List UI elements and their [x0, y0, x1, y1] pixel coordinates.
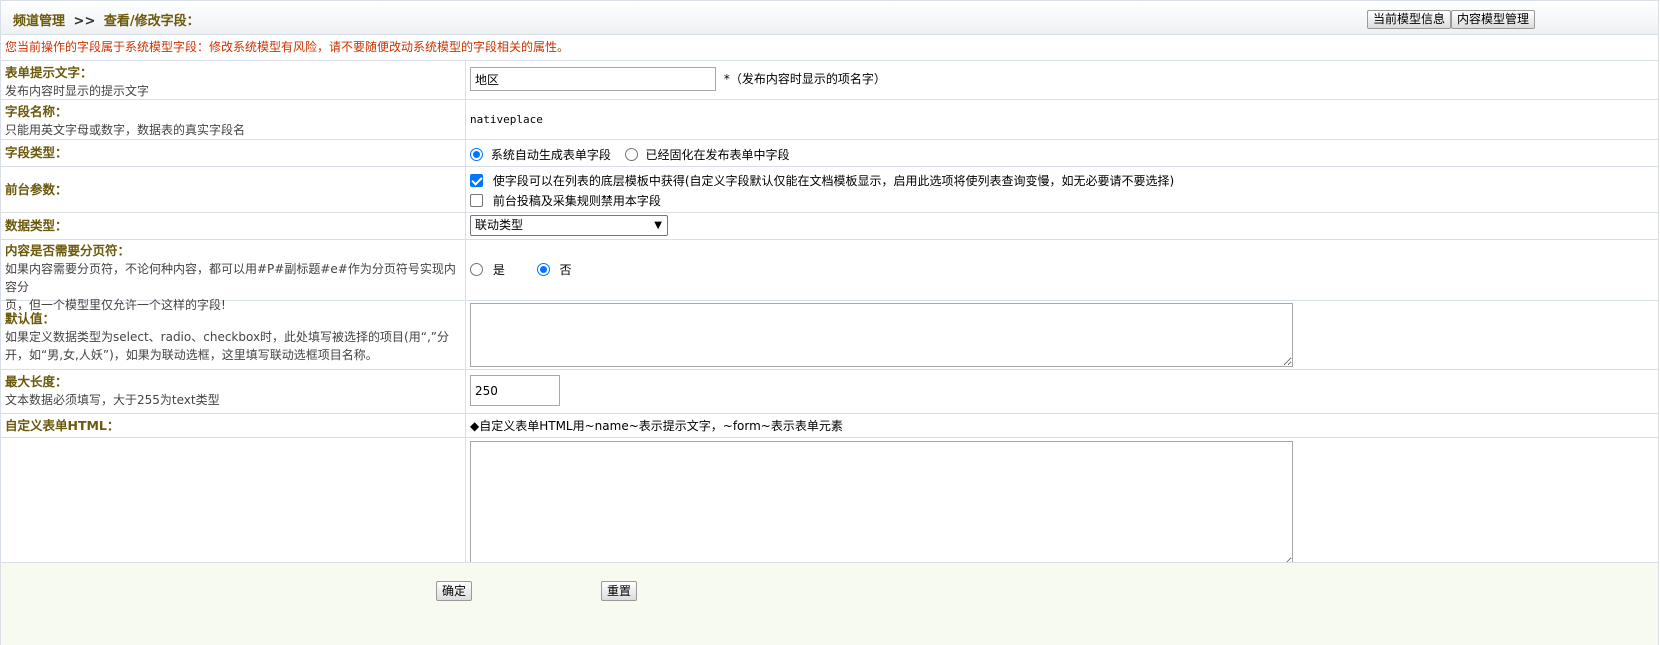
row-customhtml: 自定义表单HTML： ◆自定义表单HTML用~name~表示提示文字，~form…: [1, 414, 1658, 438]
row-name: 字段名称： 只能用英文字母或数字，数据表的真实字段名 nativeplace: [1, 100, 1658, 140]
type-radio-fixed-label: 已经固化在发布表单中字段: [645, 148, 790, 162]
customhtml-hint: ◆自定义表单HTML用~name~表示提示文字，~form~表示表单元素: [470, 419, 843, 433]
field-title: 内容是否需要分页符：: [5, 243, 131, 258]
model-manage-button[interactable]: 内容模型管理: [1451, 10, 1536, 29]
row-pagebreak: 内容是否需要分页符： 如果内容需要分页符，不论何种内容，都可以用#P#副标题#e…: [1, 240, 1658, 312]
list-template-checkbox-label: 使字段可以在列表的底层模板中获得(自定义字段默认仅能在文档模板显示，启用此选项将…: [492, 174, 1175, 188]
row-label-cell: 内容是否需要分页符： 如果内容需要分页符，不论何种内容，都可以用#P#副标题#e…: [1, 240, 466, 312]
field-desc: 文本数据必须填写，大于255为text类型: [5, 393, 220, 407]
list-template-checkbox[interactable]: [470, 174, 483, 187]
pagebreak-radio-no-label: 否: [559, 263, 572, 277]
field-title: 数据类型：: [5, 218, 68, 233]
row-label-cell: 字段名称： 只能用英文字母或数字，数据表的真实字段名: [1, 100, 466, 139]
field-title: 默认值：: [5, 311, 56, 326]
disable-front-checkbox[interactable]: [470, 194, 483, 207]
breadcrumb-root[interactable]: 频道管理: [13, 14, 65, 29]
field-title: 最大长度：: [5, 374, 68, 389]
row-type: 字段类型： 系统自动生成表单字段 已经固化在发布表单中字段: [1, 140, 1658, 167]
row-default: 默认值： 如果定义数据类型为select、radio、checkbox时，此处填…: [1, 301, 1658, 370]
reset-button[interactable]: 重置: [601, 581, 638, 601]
field-desc: 只能用英文字母或数字，数据表的真实字段名: [5, 123, 246, 137]
warning-message: 您当前操作的字段属于系统模型字段：修改系统模型有风险，请不要随便改动系统模型的字…: [1, 35, 1658, 61]
maxlen-input[interactable]: [470, 375, 560, 406]
row-value-cell: 联动类型 ▼: [466, 213, 1658, 239]
field-desc: 如果内容需要分页符，不论何种内容，都可以用#P#副标题#e#作为分页符号实现内容…: [5, 262, 456, 294]
field-edit-form: 频道管理 >> 查看/修改字段： 当前模型信息 内容模型管理 您当前操作的字段属…: [0, 0, 1659, 645]
row-label-cell: 自定义表单HTML：: [1, 414, 466, 437]
field-title: 字段类型：: [5, 145, 68, 160]
datatype-selected: 联动类型: [475, 218, 524, 232]
field-name-value: nativeplace: [470, 113, 543, 126]
form-footer: 确定 重置: [1, 562, 1658, 645]
row-label: 表单提示文字： 发布内容时显示的提示文字 *（发布内容时显示的项名字）: [1, 61, 1658, 100]
chevron-down-icon: ▼: [654, 220, 662, 231]
row-value-cell: *（发布内容时显示的项名字）: [466, 61, 1658, 99]
type-radio-auto-label: 系统自动生成表单字段: [490, 148, 611, 162]
default-value-textarea[interactable]: [470, 303, 1293, 367]
row-value-cell: 是 否: [466, 240, 1658, 300]
row-value-cell: [466, 370, 1658, 413]
field-title: 自定义表单HTML：: [5, 418, 120, 433]
page-header: 频道管理 >> 查看/修改字段： 当前模型信息 内容模型管理: [1, 0, 1658, 35]
row-datatype: 数据类型： 联动类型 ▼: [1, 213, 1658, 240]
pagebreak-radio-no[interactable]: [536, 263, 550, 276]
customhtml-textarea[interactable]: [470, 441, 1293, 567]
row-value-cell: nativeplace: [466, 100, 1658, 139]
datatype-select[interactable]: 联动类型 ▼: [470, 215, 668, 236]
row-label-cell: 表单提示文字： 发布内容时显示的提示文字: [1, 61, 466, 99]
row-maxlen: 最大长度： 文本数据必须填写，大于255为text类型: [1, 370, 1658, 414]
model-info-button[interactable]: 当前模型信息: [1367, 10, 1452, 29]
row-value-cell: 系统自动生成表单字段 已经固化在发布表单中字段: [466, 140, 1658, 166]
row-customhtml-editor: [1, 438, 1658, 568]
field-title: 表单提示文字：: [5, 65, 93, 80]
row-label-cell: 数据类型：: [1, 213, 466, 239]
submit-button[interactable]: 确定: [436, 581, 473, 601]
row-label-cell: 默认值： 如果定义数据类型为select、radio、checkbox时，此处填…: [1, 301, 466, 369]
field-desc: 开，如“男,女,人妖”)，如果为联动选框，这里填写联动选框项目名称。: [5, 348, 378, 362]
field-desc: 如果定义数据类型为select、radio、checkbox时，此处填写被选择的…: [5, 330, 449, 344]
field-desc: 发布内容时显示的提示文字: [5, 84, 150, 98]
pagebreak-radio-yes-label: 是: [492, 263, 505, 277]
breadcrumb-current: 查看/修改字段：: [103, 14, 200, 29]
field-title: 前台参数：: [5, 182, 68, 197]
row-label-cell: [1, 438, 466, 568]
row-value-cell: [466, 438, 1658, 568]
row-value-cell: [466, 301, 1658, 369]
breadcrumb-separator: >>: [73, 14, 96, 29]
label-input[interactable]: [470, 67, 716, 91]
breadcrumb: 频道管理 >> 查看/修改字段：: [13, 10, 200, 29]
field-title: 字段名称：: [5, 104, 68, 119]
label-note: *（发布内容时显示的项名字）: [723, 71, 886, 86]
row-value-cell: ◆自定义表单HTML用~name~表示提示文字，~form~表示表单元素: [466, 414, 1658, 437]
row-front: 前台参数： 使字段可以在列表的底层模板中获得(自定义字段默认仅能在文档模板显示，…: [1, 167, 1658, 213]
row-value-cell: 使字段可以在列表的底层模板中获得(自定义字段默认仅能在文档模板显示，启用此选项将…: [466, 167, 1658, 212]
row-label-cell: 前台参数：: [1, 167, 466, 212]
row-label-cell: 最大长度： 文本数据必须填写，大于255为text类型: [1, 370, 466, 413]
type-radio-fixed[interactable]: [624, 148, 638, 161]
type-radio-auto[interactable]: [470, 148, 483, 161]
row-label-cell: 字段类型：: [1, 140, 466, 166]
pagebreak-radio-yes[interactable]: [470, 263, 483, 276]
disable-front-checkbox-label: 前台投稿及采集规则禁用本字段: [492, 194, 661, 208]
